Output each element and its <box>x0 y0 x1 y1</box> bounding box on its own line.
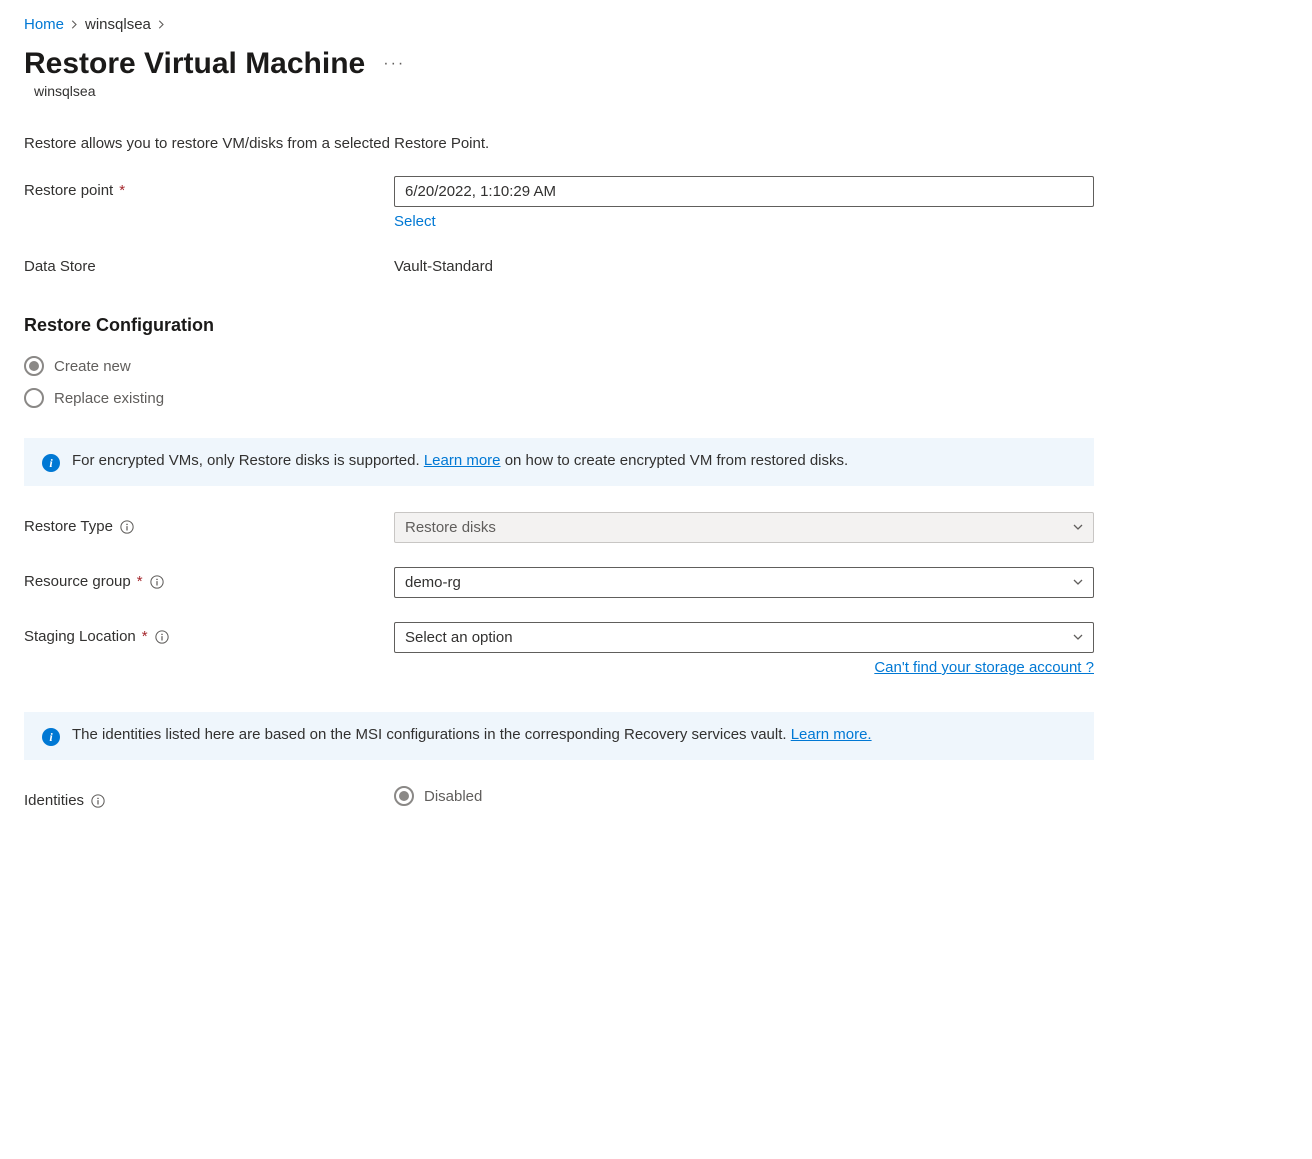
required-asterisk: * <box>137 573 143 590</box>
radio-unchecked-icon <box>24 388 44 408</box>
info-text: The identities listed here are based on … <box>72 726 791 743</box>
radio-create-new-label: Create new <box>54 358 131 375</box>
identities-info: i The identities listed here are based o… <box>24 712 1094 760</box>
page-description: Restore allows you to restore VM/disks f… <box>24 135 1288 152</box>
data-store-value: Vault-Standard <box>394 252 1094 275</box>
staging-location-label: Staging Location * <box>24 622 394 645</box>
resource-group-value: demo-rg <box>394 567 1094 598</box>
chevron-right-icon <box>70 17 79 32</box>
breadcrumb: Home winsqlsea <box>24 16 1288 33</box>
restore-point-input[interactable] <box>394 176 1094 207</box>
required-asterisk: * <box>142 628 148 645</box>
radio-create-new[interactable]: Create new <box>24 356 1288 376</box>
info-icon[interactable] <box>154 629 170 645</box>
identities-disabled-radio[interactable]: Disabled <box>394 786 1094 806</box>
encrypted-vm-info: i For encrypted VMs, only Restore disks … <box>24 438 1094 486</box>
radio-checked-icon <box>24 356 44 376</box>
info-text: For encrypted VMs, only Restore disks is… <box>72 452 424 469</box>
learn-more-identities-link[interactable]: Learn more. <box>791 726 872 743</box>
data-store-label: Data Store <box>24 252 394 275</box>
page-title: Restore Virtual Machine <box>24 47 365 81</box>
more-actions-button[interactable]: ··· <box>379 51 409 77</box>
radio-replace-existing[interactable]: Replace existing <box>24 388 1288 408</box>
restore-point-select-link[interactable]: Select <box>394 213 436 230</box>
identities-disabled-label: Disabled <box>424 788 482 805</box>
required-asterisk: * <box>119 182 125 199</box>
learn-more-link[interactable]: Learn more <box>424 452 501 469</box>
cant-find-storage-link[interactable]: Can't find your storage account ? <box>874 659 1094 676</box>
radio-replace-existing-label: Replace existing <box>54 390 164 407</box>
staging-location-select[interactable]: Select an option <box>394 622 1094 653</box>
staging-location-placeholder: Select an option <box>394 622 1094 653</box>
resource-group-select[interactable]: demo-rg <box>394 567 1094 598</box>
identities-label: Identities <box>24 786 394 809</box>
restore-type-select: Restore disks <box>394 512 1094 543</box>
restore-configuration-header: Restore Configuration <box>24 315 1288 336</box>
breadcrumb-item[interactable]: winsqlsea <box>85 16 151 33</box>
info-icon[interactable] <box>119 519 135 535</box>
page-subtitle: winsqlsea <box>34 83 1288 99</box>
restore-point-label: Restore point * <box>24 176 394 199</box>
breadcrumb-home[interactable]: Home <box>24 16 64 33</box>
info-icon[interactable] <box>90 793 106 809</box>
info-icon: i <box>42 728 60 746</box>
radio-checked-icon <box>394 786 414 806</box>
info-text: on how to create encrypted VM from resto… <box>501 452 849 469</box>
restore-type-label: Restore Type <box>24 512 394 535</box>
restore-type-value: Restore disks <box>394 512 1094 543</box>
info-icon: i <box>42 454 60 472</box>
resource-group-label: Resource group * <box>24 567 394 590</box>
info-icon[interactable] <box>149 574 165 590</box>
chevron-right-icon <box>157 17 166 32</box>
